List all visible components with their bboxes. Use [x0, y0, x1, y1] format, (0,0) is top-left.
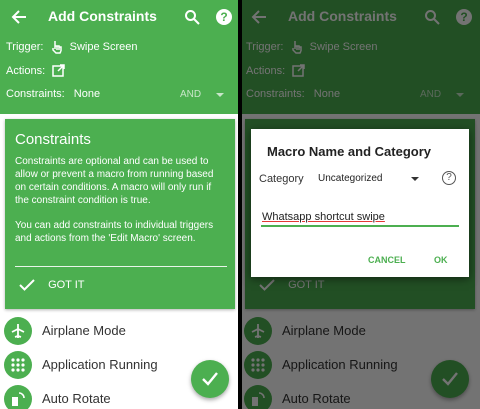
airplane-icon — [4, 317, 32, 345]
rotate-icon — [4, 385, 32, 409]
card-divider — [15, 266, 227, 267]
logic-operator-select[interactable]: AND — [180, 89, 201, 100]
got-it-label: GOT IT — [48, 279, 85, 292]
constraints-value: None — [73, 88, 101, 101]
card-title: Constraints — [15, 131, 91, 148]
check-icon — [19, 279, 35, 292]
list-item-label: Application Running — [42, 357, 158, 372]
card-description-secondary: You can add constraints to individual tr… — [15, 220, 214, 244]
header: Add Constraints ? Trigger: Swipe Screen … — [0, 0, 240, 114]
left-screen: Add Constraints ? Trigger: Swipe Screen … — [0, 0, 240, 409]
trigger-value: Swipe Screen — [69, 41, 138, 53]
open-external-icon[interactable] — [52, 64, 65, 77]
constraints-info-card: Constraints Constraints are optional and… — [5, 119, 235, 309]
trigger-row[interactable]: Trigger: Swipe Screen — [6, 40, 138, 54]
chevron-down-icon[interactable] — [411, 177, 419, 181]
ok-button[interactable]: OK — [434, 255, 448, 265]
check-icon — [202, 372, 218, 386]
screen-divider — [238, 0, 242, 409]
chevron-down-icon — [216, 93, 224, 97]
help-icon[interactable]: ? — [442, 171, 456, 185]
category-label: Category — [259, 173, 304, 185]
app-bar: Add Constraints ? — [0, 0, 240, 34]
constraints-label: Constraints: — [6, 88, 65, 101]
list-item-label: Auto Rotate — [42, 391, 111, 406]
page-title: Add Constraints — [48, 8, 157, 24]
got-it-button[interactable]: GOT IT — [19, 279, 85, 291]
card-description: Constraints are optional and can be used… — [15, 156, 214, 206]
macro-name-dialog: Macro Name and Category Category Uncateg… — [251, 129, 469, 277]
trigger-label: Trigger: — [6, 41, 44, 53]
list-item-label: Airplane Mode — [42, 323, 126, 338]
search-icon[interactable] — [184, 9, 200, 25]
actions-label: Actions: — [6, 64, 46, 77]
category-select[interactable]: Uncategorized — [318, 173, 382, 184]
cancel-button[interactable]: CANCEL — [368, 255, 406, 265]
dialog-title: Macro Name and Category — [267, 144, 431, 159]
list-item-airplane-mode[interactable]: Airplane Mode — [0, 313, 240, 347]
confirm-fab-button[interactable] — [191, 360, 229, 398]
help-icon[interactable]: ? — [216, 9, 232, 25]
right-screen: Add Constraints ? Trigger: Swipe Screen … — [240, 0, 480, 409]
actions-row[interactable]: Actions: — [6, 64, 69, 77]
back-arrow-icon[interactable] — [10, 8, 28, 26]
swipe-hand-icon — [51, 41, 62, 54]
constraints-row: Constraints: None — [6, 88, 100, 100]
macro-name-field[interactable] — [261, 209, 459, 227]
grid-icon — [4, 351, 32, 379]
